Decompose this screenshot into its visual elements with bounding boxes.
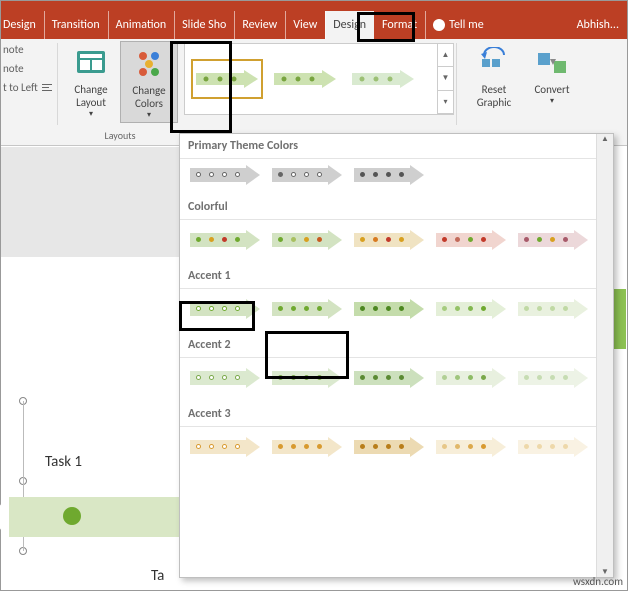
- caret-icon: ▾: [147, 110, 151, 120]
- stub-line3: t to Left: [3, 81, 38, 94]
- reset-graphic-icon: [478, 47, 510, 79]
- reset-graphic-label: Reset Graphic: [467, 83, 521, 109]
- tab-slideshow[interactable]: Slide Sho: [174, 11, 234, 39]
- tab-review[interactable]: Review: [234, 11, 285, 39]
- style-thumb-3[interactable]: [347, 59, 419, 99]
- convert-icon: [536, 47, 568, 79]
- color-option-accent1-5[interactable]: [518, 299, 590, 319]
- color-option-colorful-5[interactable]: [518, 230, 590, 250]
- tab-animations[interactable]: Animation: [108, 11, 175, 39]
- color-option-accent2-2[interactable]: [272, 368, 344, 388]
- tab-format[interactable]: Format: [374, 11, 425, 39]
- lightbulb-icon: [433, 19, 445, 31]
- reset-graphic-button[interactable]: Reset Graphic: [465, 41, 523, 111]
- color-option-accent1-3[interactable]: [354, 299, 426, 319]
- user-name[interactable]: Abhish...: [570, 11, 627, 39]
- color-option-accent2-3[interactable]: [354, 368, 426, 388]
- color-option-colorful-3[interactable]: [354, 230, 426, 250]
- change-layout-label: Change Layout: [64, 83, 118, 109]
- group-reset: Reset Graphic Convert ▾: [461, 39, 585, 145]
- change-layout-button[interactable]: Change Layout ▾: [62, 41, 120, 123]
- group-layouts-label: Layouts: [104, 129, 135, 145]
- ribbon-tabs: Design Transition Animation Slide Sho Re…: [1, 11, 627, 39]
- color-option-accent3-1[interactable]: [190, 437, 262, 457]
- ribbon: note note t to Left Change Layout ▾: [1, 39, 627, 146]
- task2-label: Ta: [151, 567, 164, 585]
- change-colors-button[interactable]: Change Colors ▾: [120, 41, 178, 123]
- change-colors-icon: [133, 48, 165, 80]
- color-option-primary-3[interactable]: [354, 165, 426, 185]
- slide-canvas: Task 1 ‹ Ta: [1, 147, 179, 587]
- color-option-accent1-2[interactable]: [272, 299, 344, 319]
- ribbon-left-stub: note note t to Left: [1, 39, 57, 145]
- color-option-accent2-1[interactable]: [190, 368, 262, 388]
- section-accent2: Accent 2: [180, 333, 613, 358]
- color-option-accent1-4[interactable]: [436, 299, 508, 319]
- section-accent3: Accent 3: [180, 402, 613, 427]
- stub-line1: note: [3, 43, 55, 56]
- section-colorful: Colorful: [180, 195, 613, 220]
- convert-button[interactable]: Convert ▾: [523, 41, 581, 111]
- group-layouts: Change Layout ▾ Change Colors ▾ Layouts: [58, 39, 182, 145]
- color-option-accent1-1[interactable]: [190, 299, 262, 319]
- change-colors-label: Change Colors: [123, 84, 175, 110]
- section-accent1: Accent 1: [180, 264, 613, 289]
- color-option-colorful-4[interactable]: [436, 230, 508, 250]
- caret-icon: ▾: [89, 109, 93, 119]
- color-option-primary-1[interactable]: [190, 165, 262, 185]
- gallery-scroll[interactable]: ▲▼▾: [437, 44, 453, 114]
- color-option-colorful-2[interactable]: [272, 230, 344, 250]
- color-option-primary-2[interactable]: [272, 165, 344, 185]
- tab-transition[interactable]: Transition: [44, 11, 108, 39]
- window-title-bar: [1, 1, 627, 11]
- tellme-label: Tell me: [449, 18, 484, 32]
- style-thumb-1[interactable]: [191, 59, 263, 99]
- smartart-styles-gallery[interactable]: ▲▼▾: [184, 43, 454, 115]
- color-option-accent3-3[interactable]: [354, 437, 426, 457]
- text-direction-icon: [42, 83, 52, 93]
- tab-view[interactable]: View: [285, 11, 325, 39]
- caret-icon: ▾: [550, 96, 554, 106]
- task1-label: Task 1: [45, 453, 82, 471]
- stub-line2: note: [3, 62, 55, 75]
- color-option-accent2-4[interactable]: [436, 368, 508, 388]
- color-option-accent3-2[interactable]: [272, 437, 344, 457]
- color-option-accent3-5[interactable]: [518, 437, 590, 457]
- tab-design-tool[interactable]: Design: [325, 11, 374, 39]
- section-primary: Primary Theme Colors: [180, 134, 613, 159]
- color-option-colorful-1[interactable]: [190, 230, 262, 250]
- change-layout-icon: [75, 47, 107, 79]
- smartart-dot: [63, 507, 81, 525]
- tab-design[interactable]: Design: [1, 11, 44, 39]
- color-option-accent2-5[interactable]: [518, 368, 590, 388]
- convert-label: Convert: [534, 83, 569, 96]
- dropdown-scrollbar[interactable]: [596, 134, 613, 577]
- color-option-accent3-4[interactable]: [436, 437, 508, 457]
- watermark: wsxdn.com: [573, 575, 623, 588]
- tab-tellme[interactable]: Tell me: [425, 11, 492, 39]
- slide-edge-green: [614, 289, 626, 349]
- style-thumb-2[interactable]: [269, 59, 341, 99]
- change-colors-dropdown: Primary Theme Colors Colorful: [179, 133, 614, 578]
